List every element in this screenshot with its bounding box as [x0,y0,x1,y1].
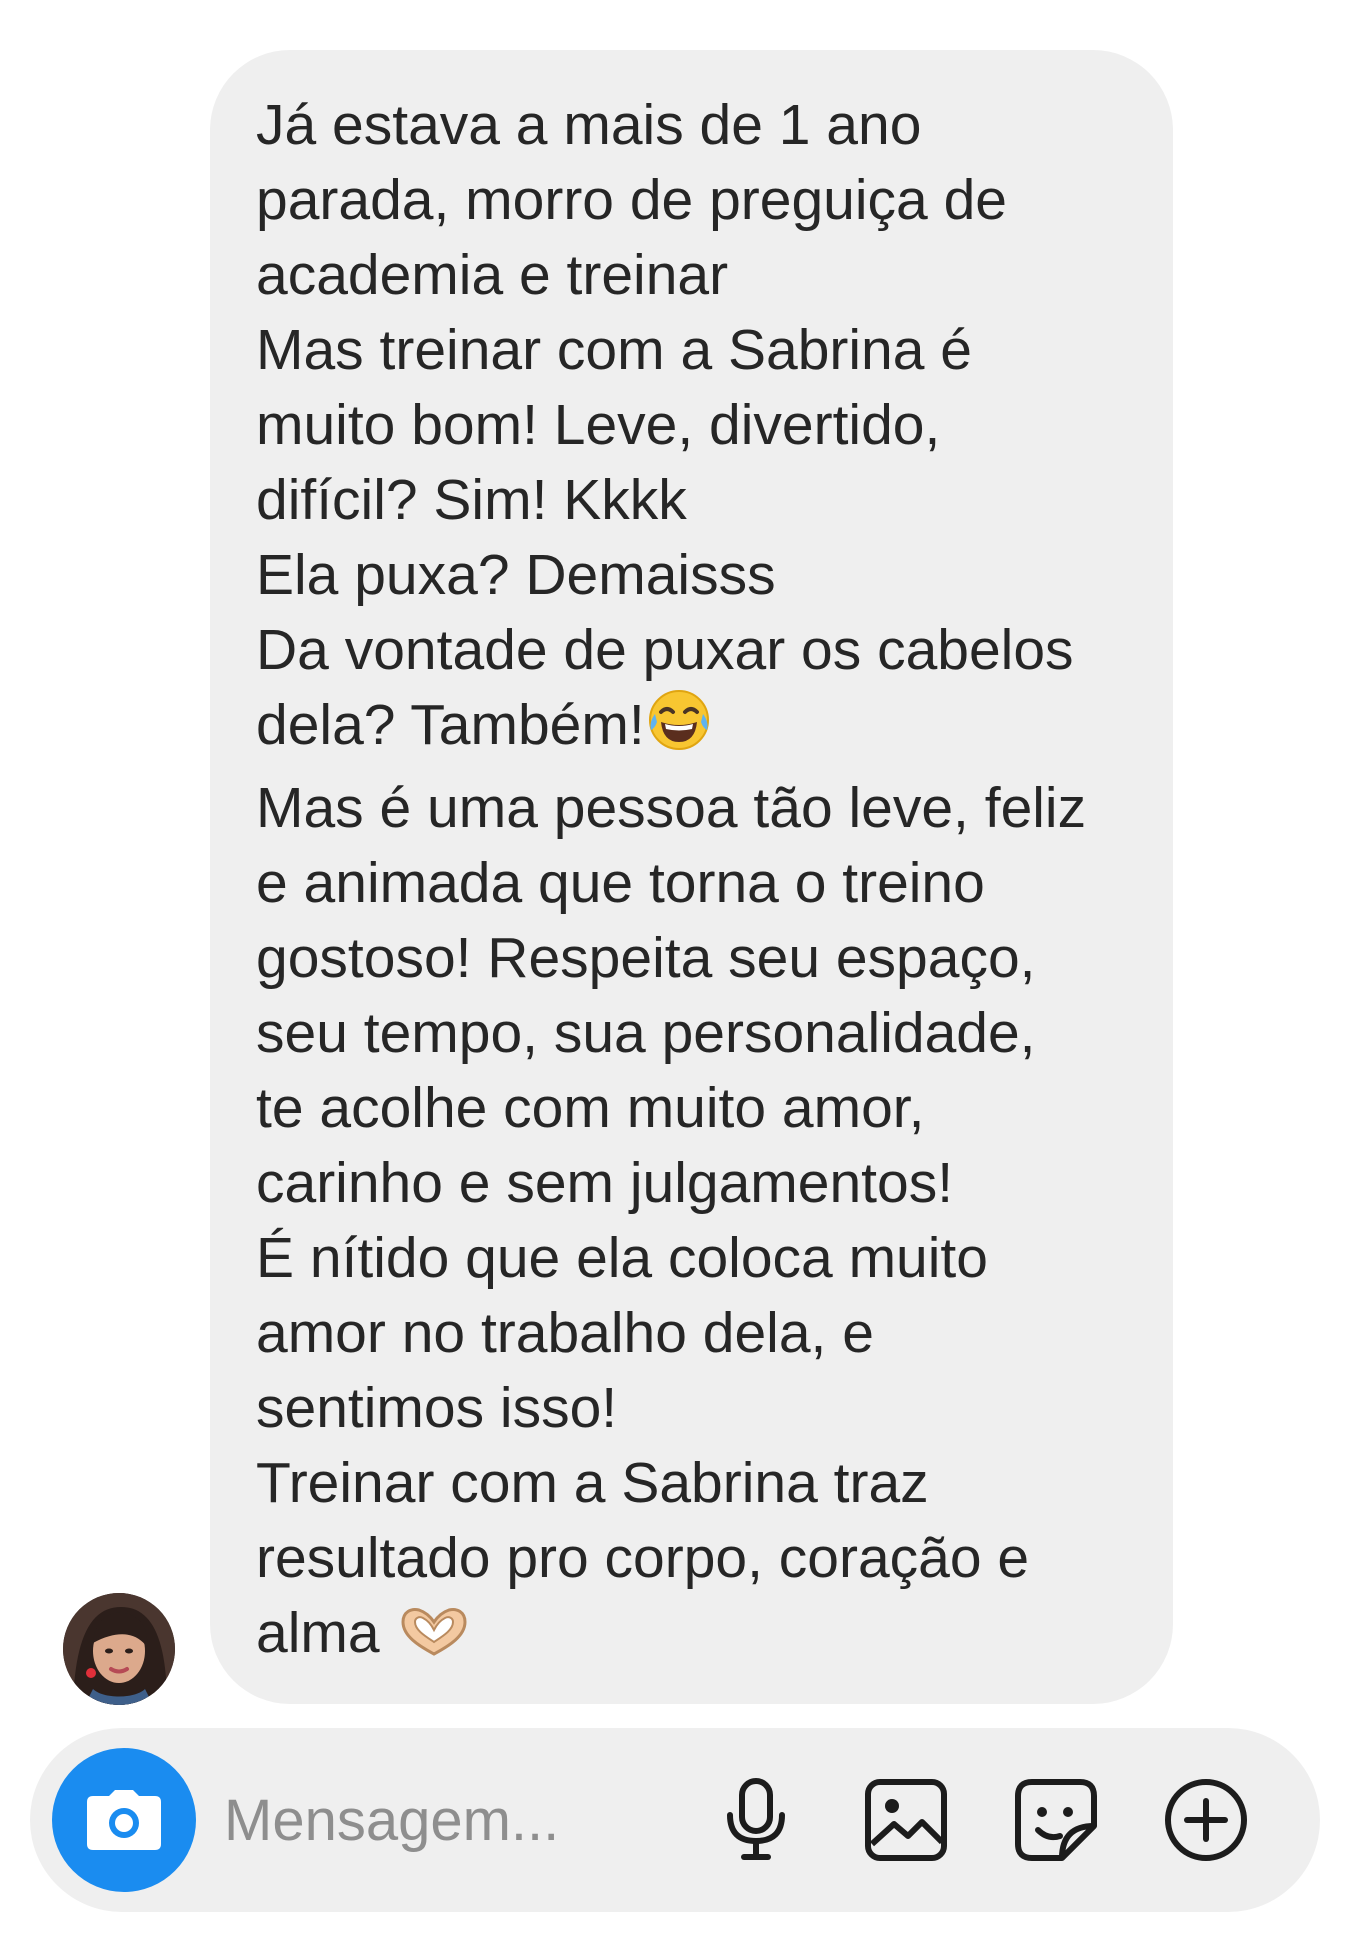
laughing-tears-emoji [647,688,711,771]
message-line: amor no trabalho dela, e [256,1301,874,1365]
sticker-icon [1015,1779,1097,1861]
microphone-icon [727,1778,785,1860]
message-input[interactable] [224,1780,644,1860]
message-line: muito bom! Leve, divertido, [256,393,941,457]
message-line: e animada que torna o treino [256,851,985,915]
plus-circle-icon [1165,1779,1247,1861]
message-line: Ela puxa? Demaisss [256,543,776,607]
message-line: Mas treinar com a Sabrina é [256,318,972,382]
message-line: Treinar com a Sabrina traz [256,1451,929,1515]
message-composer [30,1728,1320,1912]
message-line-text: dela? Também! [256,693,645,757]
message-line-with-emoji: dela? Também! [256,688,1133,771]
message-bubble[interactable]: Já estava a mais de 1 ano parada, morro … [210,50,1173,1704]
more-options-button[interactable] [1156,1770,1256,1870]
message-line: resultado pro corpo, coração e [256,1526,1030,1590]
profile-photo [63,1593,175,1705]
camera-icon [87,1790,161,1850]
heart-hands-emoji [397,1602,471,1679]
message-line: Da vontade de puxar os cabelos [256,618,1074,682]
camera-button[interactable] [52,1748,196,1892]
gallery-icon [865,1779,947,1861]
message-line: parada, morro de preguiça de [256,168,1007,232]
message-line-text: alma [256,1601,380,1665]
message-line: academia e treinar [256,243,729,307]
message-line: Mas é uma pessoa tão leve, feliz [256,776,1087,840]
message-line: te acolhe com muito amor, [256,1076,925,1140]
sticker-button[interactable] [1006,1770,1106,1870]
message-line: seu tempo, sua personalidade, [256,1001,1036,1065]
message-line: carinho e sem julgamentos! [256,1151,954,1215]
message-line: difícil? Sim! Kkkk [256,468,687,532]
microphone-button[interactable] [706,1770,806,1870]
message-line: É nítido que ela coloca muito [256,1226,988,1290]
message-line-with-emoji: alma [256,1596,1133,1679]
gallery-button[interactable] [856,1770,956,1870]
message-line: sentimos isso! [256,1376,618,1440]
avatar[interactable] [63,1593,175,1705]
message-line: gostoso! Respeita seu espaço, [256,926,1036,990]
message-line: Já estava a mais de 1 ano [256,93,922,157]
